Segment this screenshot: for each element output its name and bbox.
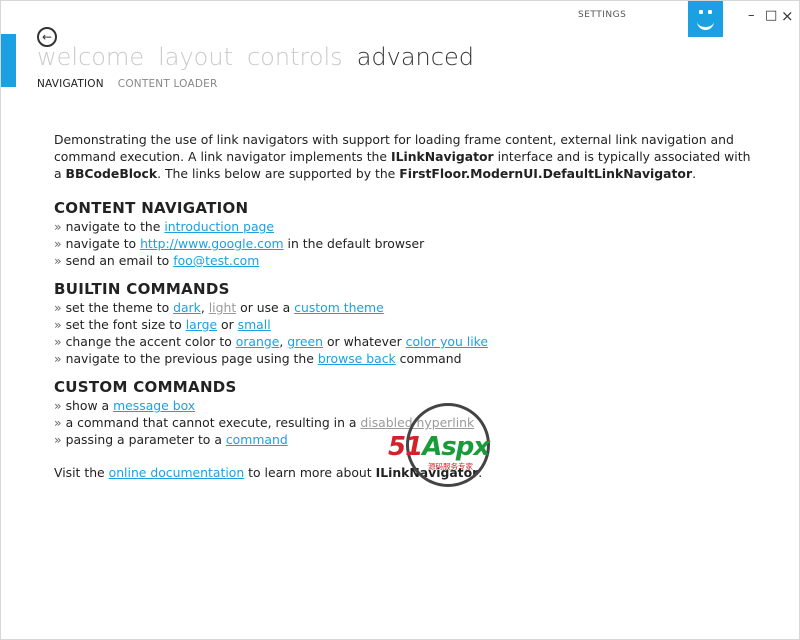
footer-text: Visit the xyxy=(54,465,109,480)
font-small-link[interactable]: small xyxy=(238,317,271,332)
watermark-aspx: Aspx xyxy=(422,432,490,462)
maximize-button[interactable]: □ xyxy=(765,8,777,24)
browse-back-link[interactable]: browse back xyxy=(318,351,396,366)
accent-orange-link[interactable]: orange xyxy=(236,334,280,349)
tab-navigation[interactable]: NAVIGATION xyxy=(37,78,104,90)
theme-light-link[interactable]: light xyxy=(209,300,236,315)
item-text: show a xyxy=(65,398,114,413)
bullet: » xyxy=(54,398,62,413)
intro-text: . xyxy=(692,166,697,181)
custom-commands-heading: CUSTOM COMMANDS xyxy=(54,378,237,396)
menu-welcome[interactable]: welcome xyxy=(37,43,144,71)
bullet: » xyxy=(54,219,62,234)
command-link[interactable]: command xyxy=(226,432,288,447)
list-item: » navigate to the previous page using the… xyxy=(54,350,754,367)
item-text: change the accent color to xyxy=(65,334,236,349)
online-documentation-link[interactable]: online documentation xyxy=(109,465,245,480)
introduction-page-link[interactable]: introduction page xyxy=(164,219,274,234)
list-item: » change the accent color to orange, gree… xyxy=(54,333,754,350)
bullet: » xyxy=(54,432,62,447)
item-text: navigate to the previous page using the xyxy=(65,351,318,366)
bullet: » xyxy=(54,351,62,366)
app-window: ← SETTINGS – □ × welcome layout controls… xyxy=(0,0,800,640)
intro-bold: ILinkNavigator xyxy=(390,149,494,164)
bullet: » xyxy=(54,236,62,251)
intro-text: . The links below are supported by the xyxy=(157,166,400,181)
item-text: passing a parameter to a xyxy=(65,432,226,447)
sub-menu: NAVIGATION CONTENT LOADER xyxy=(37,78,217,90)
list-item: » set the theme to dark, light or use a c… xyxy=(54,299,754,316)
accent-strip xyxy=(1,34,16,87)
item-text: send an email to xyxy=(65,253,174,268)
smiley-logo-icon xyxy=(688,1,723,37)
intro-bold: BBCodeBlock xyxy=(65,166,158,181)
item-text: command xyxy=(395,351,462,366)
main-menu: welcome layout controls advanced xyxy=(37,43,474,71)
intro-bold: FirstFloor.ModernUI.DefaultLinkNavigator xyxy=(399,166,693,181)
settings-link[interactable]: SETTINGS xyxy=(578,10,626,20)
tab-content-loader[interactable]: CONTENT LOADER xyxy=(118,78,218,90)
menu-layout[interactable]: layout xyxy=(158,43,233,71)
font-large-link[interactable]: large xyxy=(186,317,217,332)
item-text: or whatever xyxy=(323,334,406,349)
list-item: » set the font size to large or small xyxy=(54,316,754,333)
bullet: » xyxy=(54,334,62,349)
list-item: » send an email to foo@test.com xyxy=(54,252,754,269)
item-text: , xyxy=(200,300,209,315)
watermark-logo: 51Aspx 源码服务专家 xyxy=(388,403,508,495)
list-item: » navigate to the introduction page xyxy=(54,218,754,235)
bullet: » xyxy=(54,317,62,332)
item-text: or xyxy=(217,317,238,332)
bullet: » xyxy=(54,300,62,315)
color-you-like-link[interactable]: color you like xyxy=(406,334,488,349)
minimize-button[interactable]: – xyxy=(748,8,755,24)
item-text: navigate to the xyxy=(65,219,165,234)
custom-theme-link[interactable]: custom theme xyxy=(294,300,384,315)
item-text: navigate to xyxy=(65,236,141,251)
item-text: in the default browser xyxy=(283,236,425,251)
accent-green-link[interactable]: green xyxy=(287,334,323,349)
email-link[interactable]: foo@test.com xyxy=(173,253,259,268)
watermark-51: 51 xyxy=(388,432,423,462)
item-text: a command that cannot execute, resulting… xyxy=(65,415,361,430)
intro-paragraph: Demonstrating the use of link navigators… xyxy=(54,131,754,182)
watermark-tagline: 源码服务专家 xyxy=(428,462,473,471)
close-button[interactable]: × xyxy=(781,8,794,24)
menu-advanced[interactable]: advanced xyxy=(357,43,474,71)
builtin-commands-heading: BUILTIN COMMANDS xyxy=(54,280,230,298)
theme-dark-link[interactable]: dark xyxy=(173,300,201,315)
watermark-brand: 51Aspx xyxy=(388,432,490,462)
bullet: » xyxy=(54,415,62,430)
google-link[interactable]: http://www.google.com xyxy=(140,236,284,251)
message-box-link[interactable]: message box xyxy=(113,398,195,413)
item-text: or use a xyxy=(236,300,295,315)
footer-text: to learn more about xyxy=(244,465,376,480)
list-item: » navigate to http://www.google.com in th… xyxy=(54,235,754,252)
arrow-left-icon: ← xyxy=(41,30,53,44)
menu-controls[interactable]: controls xyxy=(247,43,343,71)
item-text: set the font size to xyxy=(65,317,186,332)
content-navigation-heading: CONTENT NAVIGATION xyxy=(54,199,249,217)
bullet: » xyxy=(54,253,62,268)
item-text: set the theme to xyxy=(65,300,174,315)
